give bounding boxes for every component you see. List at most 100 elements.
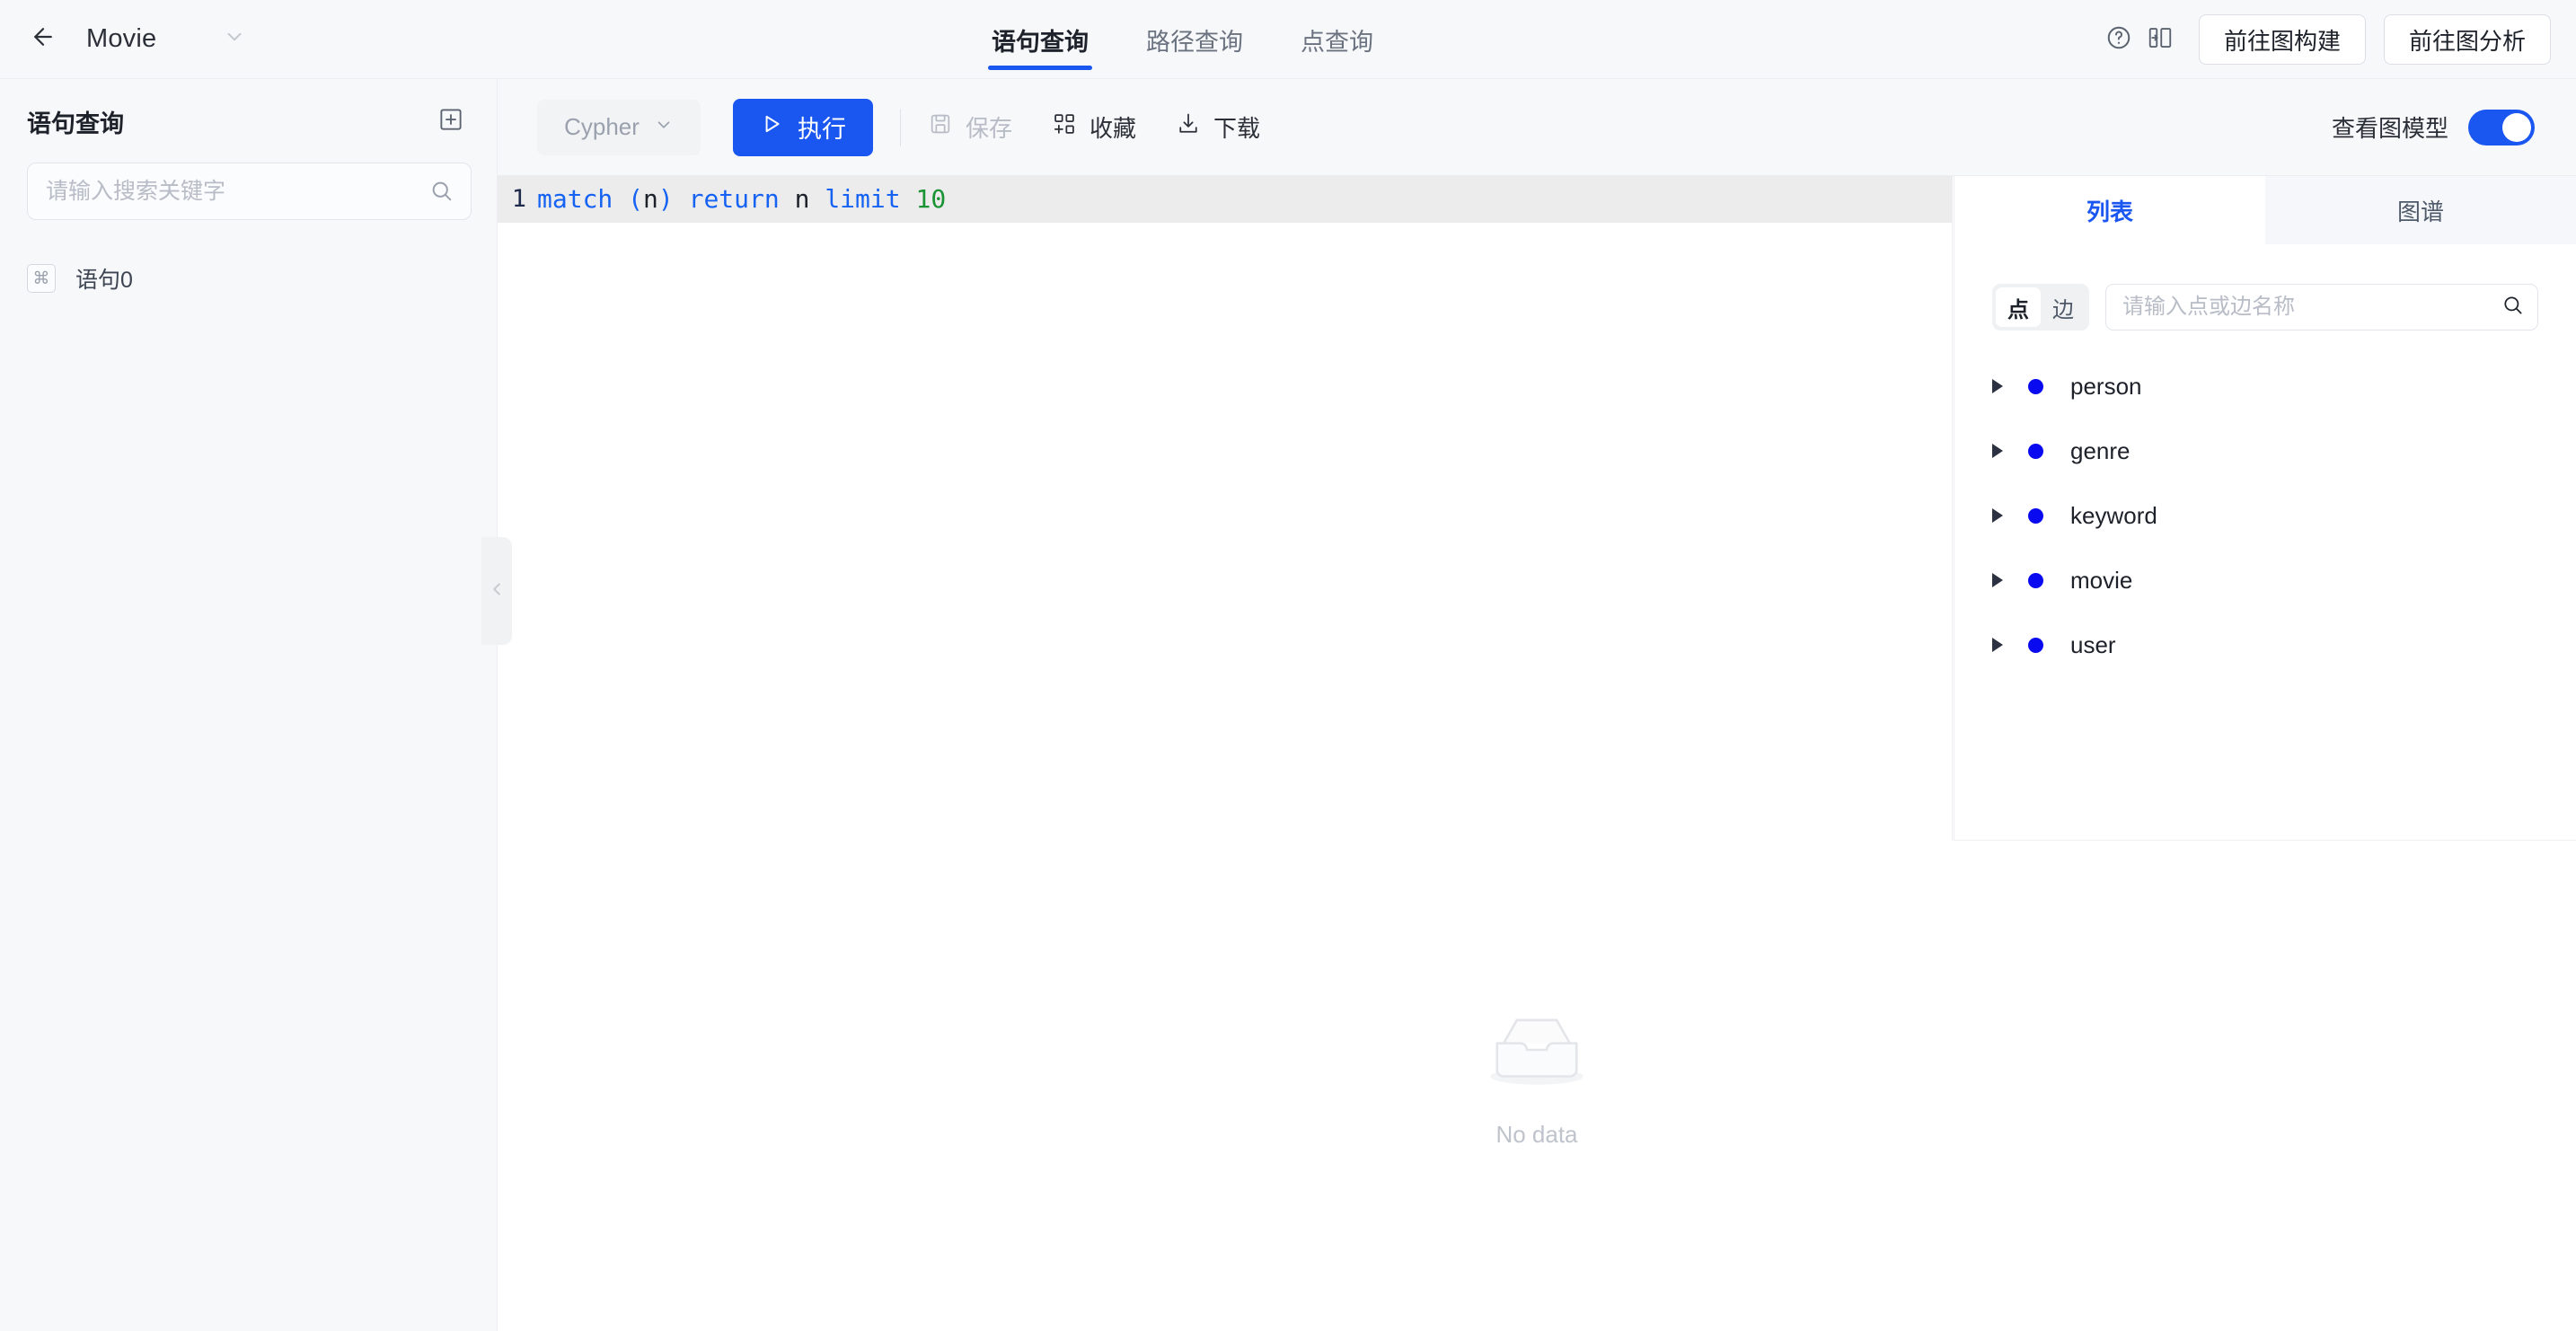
code-token: n bbox=[794, 184, 810, 214]
list-item[interactable]: movie bbox=[1954, 548, 2576, 613]
go-to-graph-analysis-button[interactable]: 前往图分析 bbox=[2384, 14, 2551, 65]
tab-label: 列表 bbox=[2086, 198, 2133, 225]
sidebar-search[interactable] bbox=[27, 163, 472, 220]
segment-node[interactable]: 点 bbox=[1996, 287, 2041, 327]
node-color-dot bbox=[2028, 378, 2043, 394]
code-token: ) bbox=[657, 184, 674, 214]
app-header: Movie 语句查询 路径查询 点查询 前往图构建 前往图分析 bbox=[0, 0, 2576, 79]
chevron-down-icon bbox=[654, 113, 674, 141]
code-line-1[interactable]: 1 match (n) return n limit 10 bbox=[498, 176, 1952, 223]
chevron-right-icon[interactable] bbox=[1992, 638, 2003, 652]
tab-node-query[interactable]: 点查询 bbox=[1297, 0, 1377, 79]
run-button-label: 执行 bbox=[798, 116, 846, 143]
statement-list: ⌘ 语句0 bbox=[0, 252, 497, 304]
graph-model-panel: 列表 图谱 点 边 person bbox=[1954, 176, 2576, 841]
download-button[interactable]: 下载 bbox=[1176, 110, 1260, 144]
code-token: limit bbox=[825, 184, 901, 214]
tab-statement-query[interactable]: 语句查询 bbox=[988, 0, 1092, 79]
node-edge-segmented-control: 点 边 bbox=[1992, 284, 2089, 331]
node-label: keyword bbox=[2070, 501, 2157, 529]
segment-edge[interactable]: 边 bbox=[2041, 287, 2086, 327]
code-content: match (n) return n limit 10 bbox=[537, 176, 946, 223]
sidebar-header: 语句查询 bbox=[0, 79, 497, 139]
sidebar-title: 语句查询 bbox=[27, 110, 124, 137]
node-label: movie bbox=[2070, 566, 2133, 594]
sidebar: 语句查询 ⌘ 语句0 bbox=[0, 79, 498, 1331]
node-color-dot bbox=[2028, 507, 2043, 524]
empty-box-icon bbox=[1484, 1007, 1590, 1097]
help-button[interactable] bbox=[2098, 19, 2139, 60]
favorite-button[interactable]: 收藏 bbox=[1052, 110, 1136, 144]
search-icon bbox=[429, 179, 454, 204]
download-icon bbox=[1176, 111, 1201, 143]
add-collection-icon bbox=[1052, 111, 1077, 143]
toolbar-divider bbox=[900, 108, 901, 146]
database-name: Movie bbox=[86, 24, 157, 53]
database-selector-caret[interactable] bbox=[223, 25, 246, 53]
code-token: ( bbox=[628, 184, 644, 214]
go-to-graph-build-button[interactable]: 前往图构建 bbox=[2199, 14, 2366, 65]
view-graph-model-label: 查看图模型 bbox=[2331, 115, 2448, 142]
tab-label: 语句查询 bbox=[992, 28, 1089, 56]
tab-label: 路径查询 bbox=[1146, 28, 1243, 56]
sidebar-collapse-handle[interactable] bbox=[481, 537, 512, 645]
segment-label: 点 bbox=[2007, 297, 2029, 322]
code-token: return bbox=[688, 184, 780, 214]
code-editor[interactable]: 1 match (n) return n limit 10 bbox=[498, 176, 1953, 841]
search-input[interactable] bbox=[46, 178, 429, 205]
chevron-right-icon[interactable] bbox=[1992, 379, 2003, 393]
add-statement-button[interactable] bbox=[436, 107, 466, 137]
view-graph-model-toggle[interactable] bbox=[2468, 109, 2535, 145]
header-left-group: Movie bbox=[0, 20, 503, 59]
search-icon bbox=[2501, 294, 2525, 322]
node-type-list: person genre keyword movie user bbox=[1954, 331, 2576, 677]
list-item[interactable]: user bbox=[1954, 613, 2576, 677]
tab-path-query[interactable]: 路径查询 bbox=[1142, 0, 1247, 79]
code-token: n bbox=[643, 184, 658, 214]
tab-label: 点查询 bbox=[1301, 28, 1373, 56]
plus-square-icon bbox=[437, 106, 464, 137]
list-item[interactable]: keyword bbox=[1954, 483, 2576, 548]
tab-list[interactable]: 列表 bbox=[1954, 176, 2265, 244]
chevron-right-icon[interactable] bbox=[1992, 573, 2003, 587]
button-label: 前往图构建 bbox=[2223, 27, 2341, 55]
chevron-right-icon[interactable] bbox=[1992, 444, 2003, 458]
run-button[interactable]: 执行 bbox=[733, 98, 873, 156]
favorite-button-label: 收藏 bbox=[1090, 115, 1137, 142]
tab-graph[interactable]: 图谱 bbox=[2265, 176, 2576, 244]
panel-tabs: 列表 图谱 bbox=[1954, 176, 2576, 244]
node-color-dot bbox=[2028, 443, 2043, 459]
empty-state: No data bbox=[1484, 1007, 1590, 1149]
empty-state-text: No data bbox=[1495, 1120, 1578, 1148]
chevron-down-icon bbox=[223, 25, 246, 53]
query-toolbar: Cypher 执行 保存 收藏 下载 查看图模型 bbox=[498, 79, 2576, 176]
header-right-group: 前往图构建 前往图分析 bbox=[2098, 0, 2551, 79]
download-button-label: 下载 bbox=[1213, 115, 1261, 142]
segment-label: 边 bbox=[2052, 297, 2074, 322]
list-item-label: 语句0 bbox=[75, 268, 133, 293]
node-label: person bbox=[2070, 372, 2142, 400]
play-icon bbox=[760, 112, 783, 142]
line-number: 1 bbox=[511, 185, 526, 213]
save-button[interactable]: 保存 bbox=[928, 110, 1012, 144]
list-item[interactable]: person bbox=[1954, 354, 2576, 419]
list-item[interactable]: genre bbox=[1954, 419, 2576, 483]
view-graph-model-control: 查看图模型 bbox=[2331, 109, 2535, 145]
language-select-value: Cypher bbox=[564, 113, 640, 140]
code-token: 10 bbox=[915, 184, 947, 214]
panel-filter-row: 点 边 bbox=[1954, 244, 2576, 331]
language-select[interactable]: Cypher bbox=[537, 99, 701, 155]
panel-search-input[interactable] bbox=[2122, 295, 2501, 320]
results-area: No data bbox=[498, 842, 2576, 1331]
chevron-right-icon[interactable] bbox=[1992, 508, 2003, 523]
sidebar-item-statement-0[interactable]: ⌘ 语句0 bbox=[0, 252, 497, 304]
code-token: match bbox=[537, 184, 613, 214]
panel-search[interactable] bbox=[2105, 284, 2538, 331]
back-button[interactable] bbox=[23, 20, 63, 59]
layout-toggle-button[interactable] bbox=[2139, 19, 2181, 60]
